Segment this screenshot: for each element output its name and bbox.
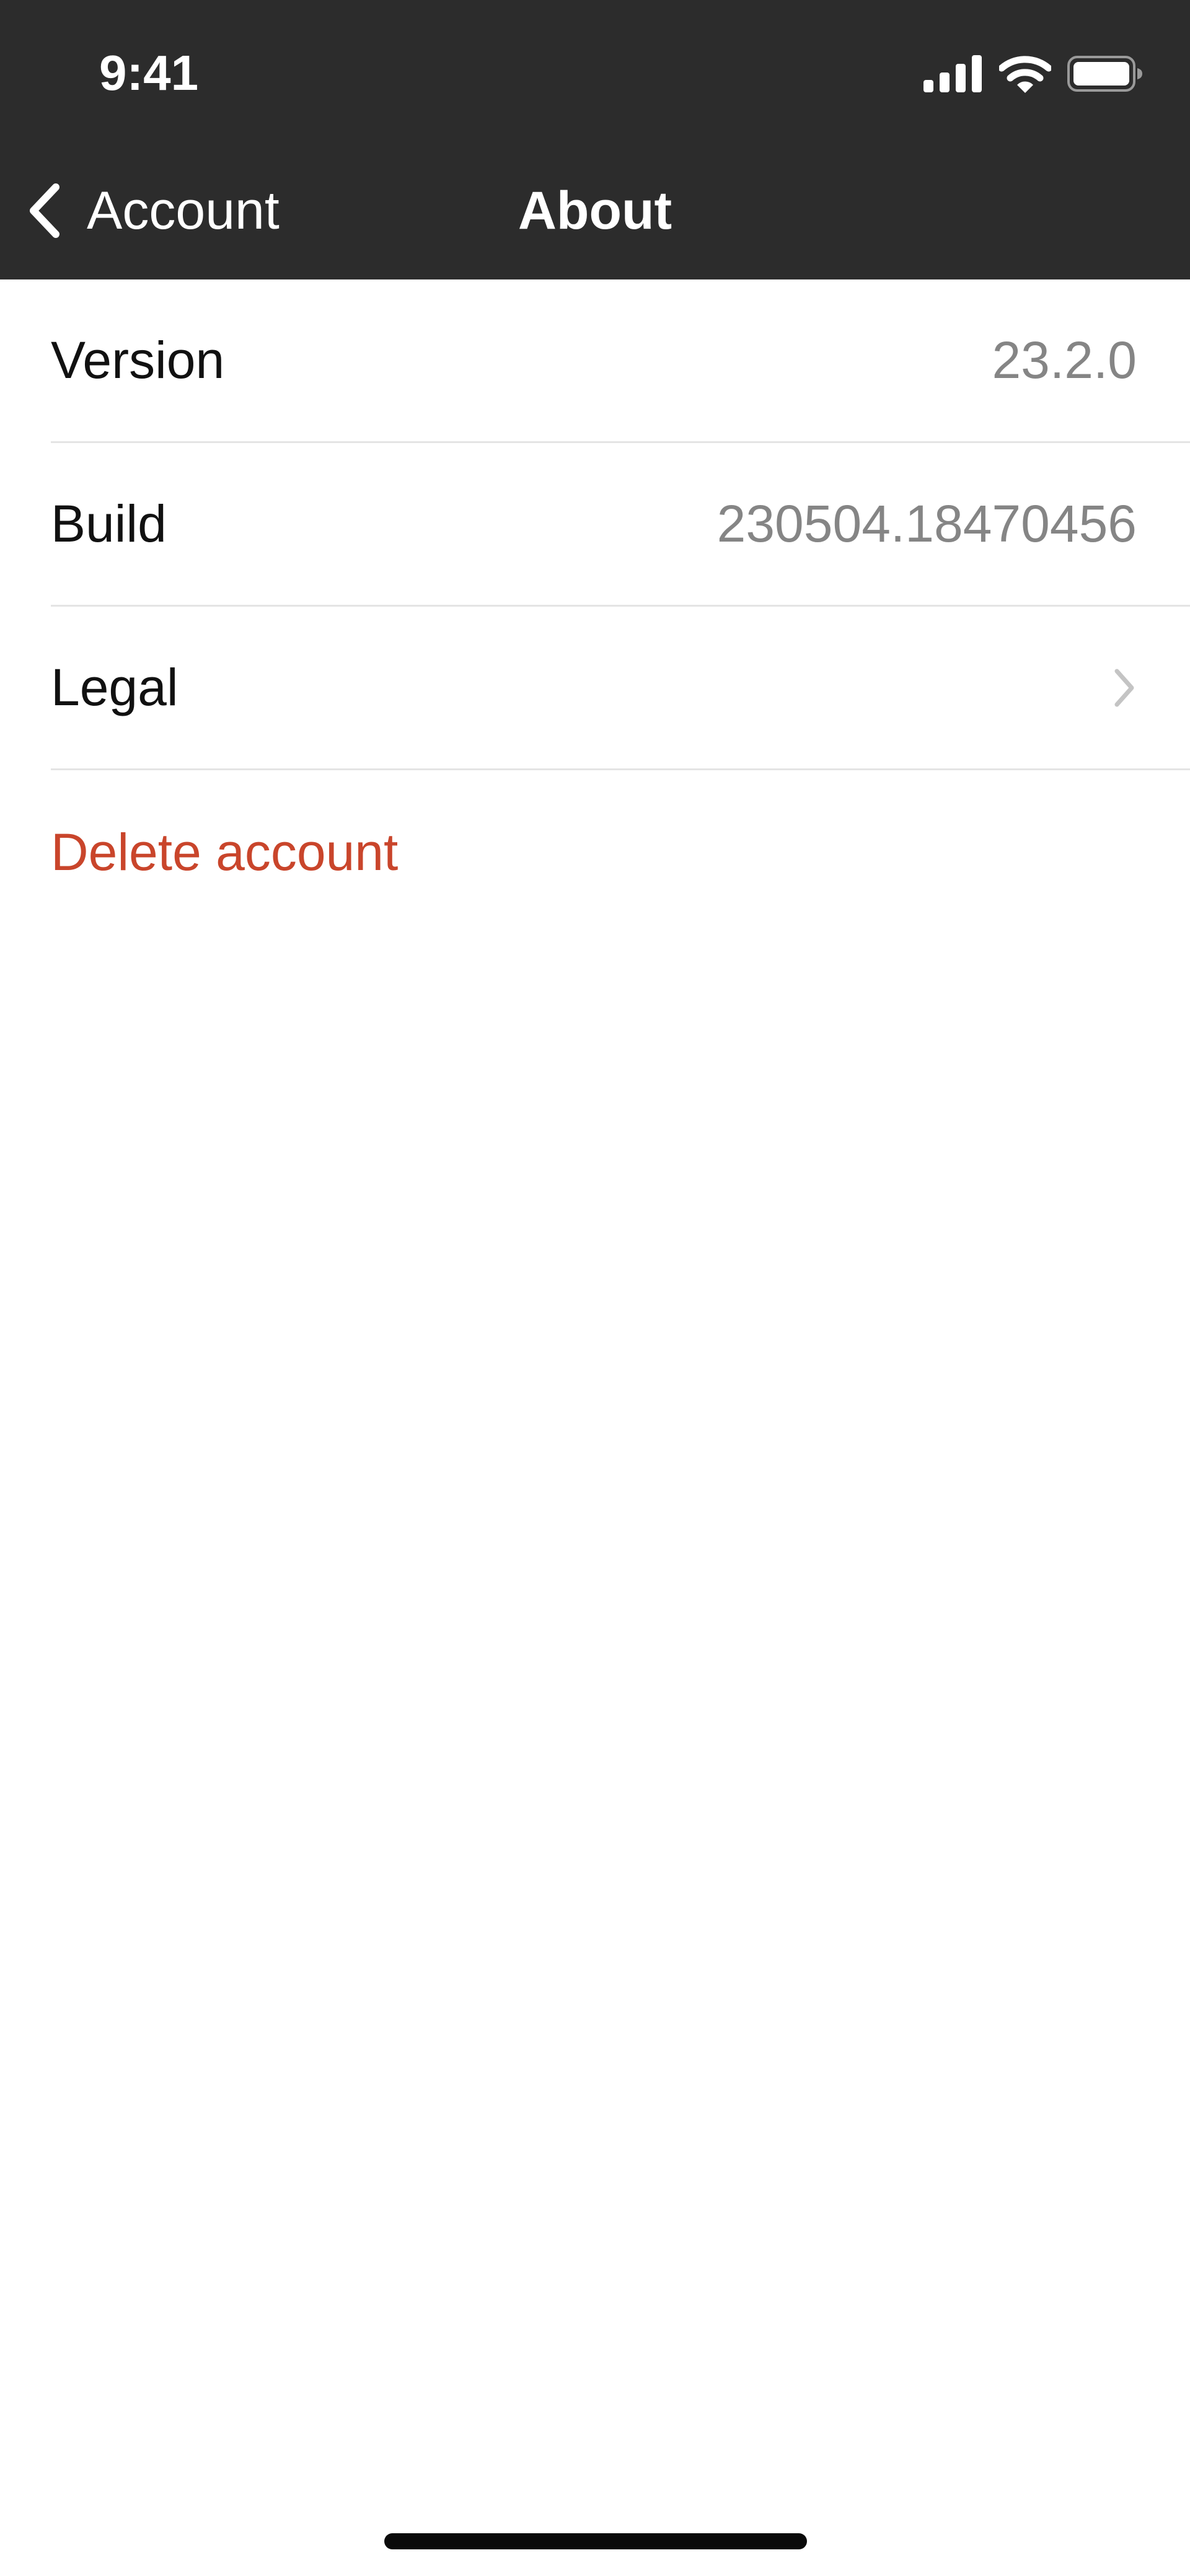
about-screen: 9:41 Account About Version 23.2.0 Build …: [0, 0, 1190, 2576]
wifi-icon: [999, 56, 1051, 93]
signal-icon: [923, 55, 982, 92]
delete-account-button[interactable]: Delete account: [51, 822, 398, 882]
home-indicator: [384, 2533, 807, 2549]
build-row: Build 230504.18470456: [51, 443, 1190, 607]
back-button-label: Account: [87, 181, 280, 240]
version-label: Version: [51, 331, 225, 389]
delete-account-row[interactable]: Delete account: [51, 770, 1190, 934]
battery-icon: [1067, 56, 1142, 92]
build-value: 230504.18470456: [716, 495, 1137, 553]
legal-label: Legal: [51, 658, 178, 716]
about-list: Version 23.2.0 Build 230504.18470456 Leg…: [0, 279, 1190, 934]
status-time: 9:41: [99, 45, 199, 100]
top-bar: 9:41 Account About: [0, 0, 1190, 279]
back-button[interactable]: Account: [25, 174, 280, 248]
version-value: 23.2.0: [992, 331, 1137, 389]
chevron-right-icon: [1114, 669, 1134, 706]
version-row: Version 23.2.0: [51, 279, 1190, 443]
status-icons: [923, 52, 1143, 95]
legal-row[interactable]: Legal: [51, 607, 1190, 770]
build-label: Build: [51, 495, 167, 553]
chevron-left-icon: [30, 183, 60, 238]
